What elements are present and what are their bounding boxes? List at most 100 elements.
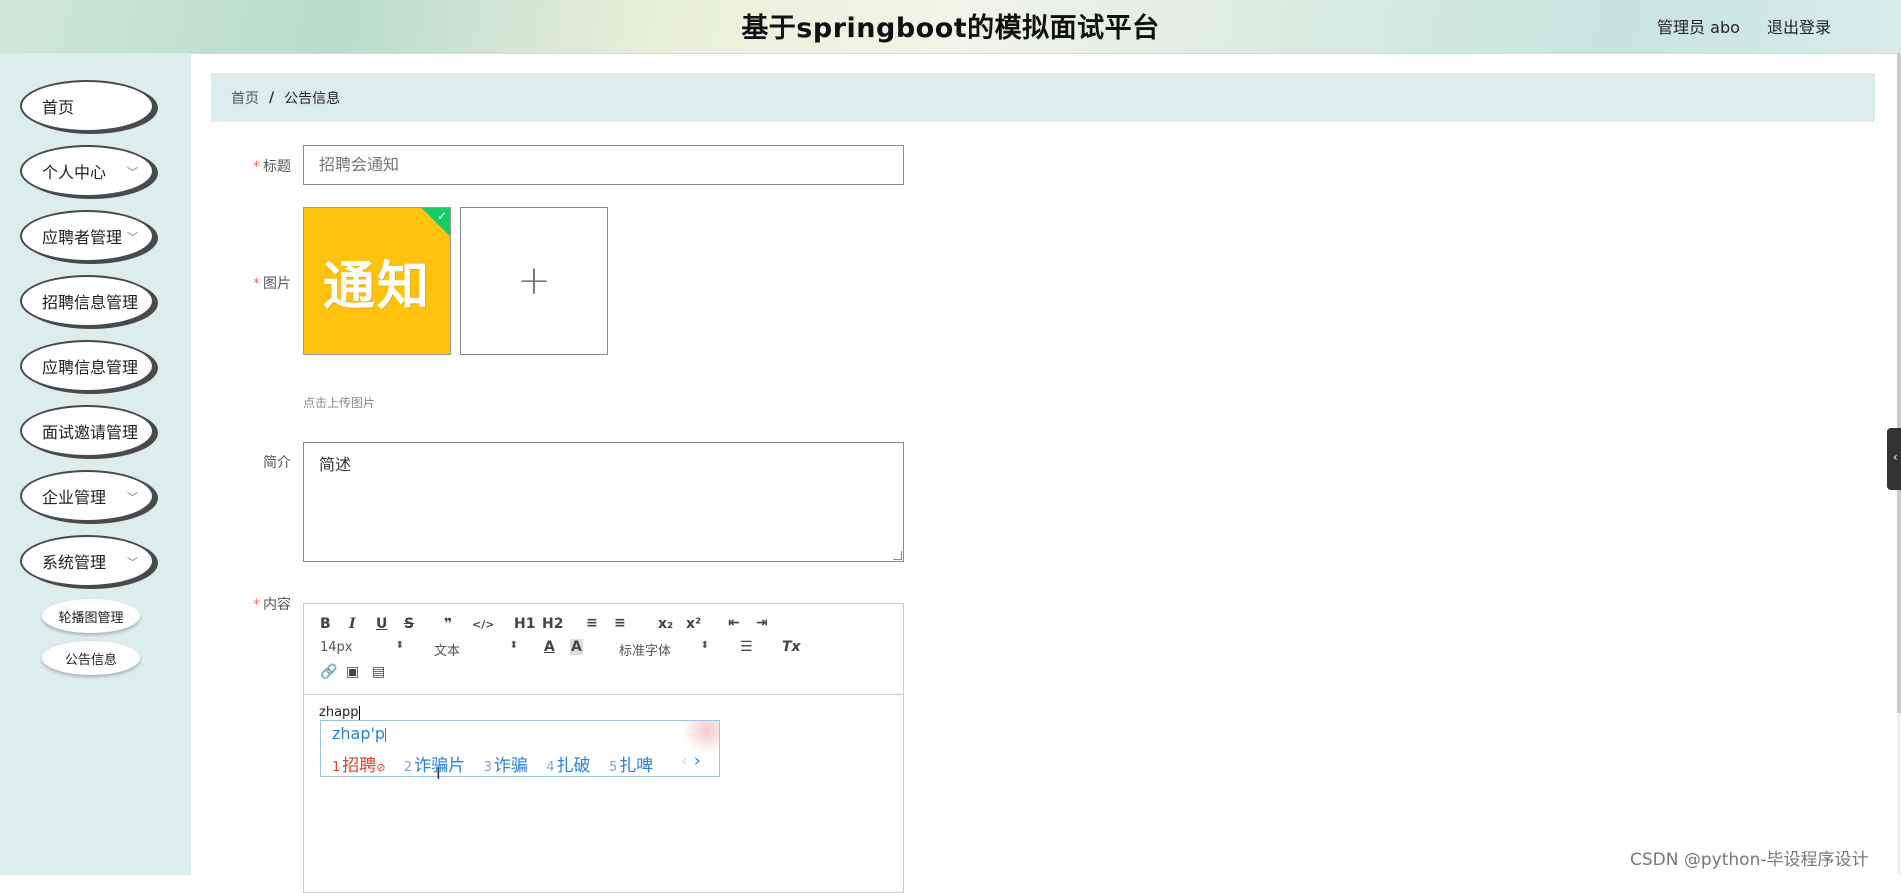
candidate-number: 3 bbox=[483, 760, 492, 775]
font-color-icon[interactable]: A bbox=[544, 639, 555, 655]
select-arrow-icon: ⬍ bbox=[395, 640, 404, 651]
editor-toolbar: B I U S ❞ </> H1 H2 ≡ ≡ x₂ x² ⇤ ⇥ 14px ⬍… bbox=[304, 604, 903, 695]
ime-candidates: 1 招聘⊘ 2 诈骗片 3 诈骗 4 扎破 5 扎啤 bbox=[332, 751, 666, 776]
ime-candidate-5[interactable]: 5 扎啤 bbox=[609, 756, 653, 776]
candidate-text: 扎啤 bbox=[619, 756, 654, 776]
ordered-list-button[interactable]: ≡ bbox=[586, 615, 598, 631]
ime-pinyin-input: zhap'p bbox=[332, 724, 387, 743]
h1-button[interactable]: H1 bbox=[514, 616, 535, 632]
indent-button[interactable]: ⇥ bbox=[756, 615, 768, 631]
sidebar-item-companies[interactable]: 企业管理 ﹀ bbox=[20, 470, 154, 522]
current-user[interactable]: 管理员 abo bbox=[1657, 18, 1740, 37]
chevron-left-icon: ‹ bbox=[1893, 450, 1898, 464]
sidebar-item-applications[interactable]: 应聘信息管理 bbox=[20, 340, 154, 392]
chevron-down-icon: ﹀ bbox=[127, 556, 138, 569]
sidebar-subitem-carousel[interactable]: 轮播图管理 bbox=[42, 599, 140, 633]
check-icon: ✓ bbox=[436, 209, 447, 223]
sidebar-item-label: 首页 bbox=[42, 98, 75, 117]
chevron-down-icon: ﹀ bbox=[127, 166, 138, 179]
candidate-text: 招聘 bbox=[342, 756, 377, 776]
candidate-number: 5 bbox=[608, 760, 618, 775]
sidebar-item-label: 应聘信息管理 bbox=[42, 358, 139, 377]
breadcrumb: 首页 / 公告信息 bbox=[211, 73, 1875, 122]
ime-page-nav: ‹ › bbox=[681, 751, 701, 771]
code-button[interactable]: </> bbox=[472, 617, 494, 633]
subscript-button[interactable]: x₂ bbox=[658, 616, 673, 632]
clear-format-button[interactable]: Tx bbox=[782, 639, 801, 655]
intro-textarea[interactable]: 简述 bbox=[303, 442, 904, 562]
ime-candidate-4[interactable]: 4 扎破 bbox=[546, 756, 590, 776]
quote-button[interactable]: ❞ bbox=[444, 616, 452, 632]
plus-icon: + bbox=[517, 258, 551, 304]
select-arrow-icon: ⬍ bbox=[700, 640, 709, 651]
link-icon[interactable]: 🔗 bbox=[320, 664, 337, 680]
italic-button[interactable]: I bbox=[349, 616, 356, 632]
sidebar-subitem-notices[interactable]: 公告信息 bbox=[42, 641, 140, 675]
sidebar-item-label: 系统管理 bbox=[42, 553, 107, 572]
text-caret bbox=[358, 705, 360, 720]
title-label-text: 标题 bbox=[263, 159, 291, 175]
ime-prev-icon[interactable]: ‹ bbox=[681, 751, 688, 771]
image-upload-button[interactable]: + bbox=[460, 207, 608, 355]
ime-pinyin-text: zhap'p bbox=[332, 724, 386, 743]
chevron-down-icon: ﹀ bbox=[127, 491, 138, 504]
required-mark: * bbox=[253, 597, 260, 613]
title-input[interactable]: 招聘会通知 bbox=[303, 145, 904, 185]
upload-tip: 点击上传图片 bbox=[303, 396, 376, 410]
page-scrollbar-thumb[interactable] bbox=[1897, 53, 1901, 713]
intro-value: 简述 bbox=[319, 455, 352, 474]
background-color-icon[interactable]: A bbox=[570, 639, 583, 655]
candidate-number: 4 bbox=[546, 760, 555, 775]
required-mark: * bbox=[253, 276, 260, 292]
underline-button[interactable]: U bbox=[376, 616, 387, 632]
sidebar-item-label: 企业管理 bbox=[42, 488, 107, 507]
image-icon[interactable]: ▣ bbox=[346, 664, 359, 680]
sidebar-item-applicants[interactable]: 应聘者管理 ﹀ bbox=[20, 210, 154, 262]
font-family-select[interactable]: 标准字体 ⬍ bbox=[619, 640, 709, 659]
editor-text: zhapp bbox=[319, 705, 359, 720]
image-label: * 图片 bbox=[211, 273, 291, 293]
ime-candidate-popup: zhap'p 1 招聘⊘ 2 诈骗片 3 诈骗 4 扎破 5 扎啤 ‹ › bbox=[320, 720, 720, 777]
sidebar-item-system[interactable]: 系统管理 ﹀ bbox=[20, 535, 154, 587]
uploaded-image-thumbnail[interactable]: 通知 ✓ bbox=[303, 207, 451, 355]
sidebar-item-home[interactable]: 首页 bbox=[20, 80, 154, 132]
sidebar-item-recruitment[interactable]: 招聘信息管理 bbox=[20, 275, 154, 327]
ime-candidate-2[interactable]: 2 诈骗片 bbox=[404, 756, 465, 776]
sidebar-item-label: 面试邀请管理 bbox=[42, 423, 139, 442]
outdent-button[interactable]: ⇤ bbox=[728, 615, 740, 631]
chevron-down-icon: ﹀ bbox=[127, 231, 138, 244]
content-label: * 内容 bbox=[211, 594, 291, 614]
font-size-value: 14px bbox=[320, 640, 353, 655]
logout-button[interactable]: 退出登录 bbox=[1767, 18, 1831, 37]
sidebar: 首页 个人中心 ﹀ 应聘者管理 ﹀ 招聘信息管理 应聘信息管理 面试邀请管理 企… bbox=[0, 53, 191, 875]
bullet-list-button[interactable]: ≡ bbox=[614, 615, 626, 631]
strike-button[interactable]: S bbox=[404, 616, 414, 632]
ime-candidate-1[interactable]: 1 招聘⊘ bbox=[332, 756, 386, 776]
resize-handle[interactable] bbox=[893, 551, 902, 560]
bold-button[interactable]: B bbox=[320, 616, 331, 632]
side-panel-toggle[interactable]: ‹ bbox=[1887, 428, 1901, 490]
superscript-button[interactable]: x² bbox=[686, 616, 701, 632]
intro-label: 简介 bbox=[211, 452, 291, 472]
header-user-area: 管理员 abo 退出登录 bbox=[1635, 14, 1831, 38]
text-cursor-icon: I bbox=[436, 764, 441, 783]
text-style-select[interactable]: 文本 ⬍ bbox=[434, 640, 518, 659]
image-label-text: 图片 bbox=[263, 276, 291, 292]
ime-next-icon[interactable]: › bbox=[694, 751, 701, 771]
sidebar-item-interviews[interactable]: 面试邀请管理 bbox=[20, 405, 154, 457]
title-label: * 标题 bbox=[211, 156, 291, 176]
candidate-text: 诈骗 bbox=[493, 756, 528, 776]
text-style-value: 文本 bbox=[434, 644, 461, 659]
font-family-value: 标准字体 bbox=[619, 644, 672, 659]
sidebar-item-label: 招聘信息管理 bbox=[42, 293, 139, 312]
h2-button[interactable]: H2 bbox=[542, 616, 563, 632]
font-size-select[interactable]: 14px ⬍ bbox=[320, 640, 404, 656]
video-icon[interactable]: ▤ bbox=[372, 664, 385, 680]
ime-candidate-3[interactable]: 3 诈骗 bbox=[484, 756, 528, 776]
breadcrumb-home[interactable]: 首页 bbox=[231, 88, 259, 108]
content-label-text: 内容 bbox=[263, 597, 291, 613]
sidebar-item-profile[interactable]: 个人中心 ﹀ bbox=[20, 145, 154, 197]
sidebar-item-label: 个人中心 bbox=[42, 163, 107, 182]
align-icon[interactable]: ☰ bbox=[740, 639, 753, 655]
ime-caret bbox=[385, 727, 387, 742]
